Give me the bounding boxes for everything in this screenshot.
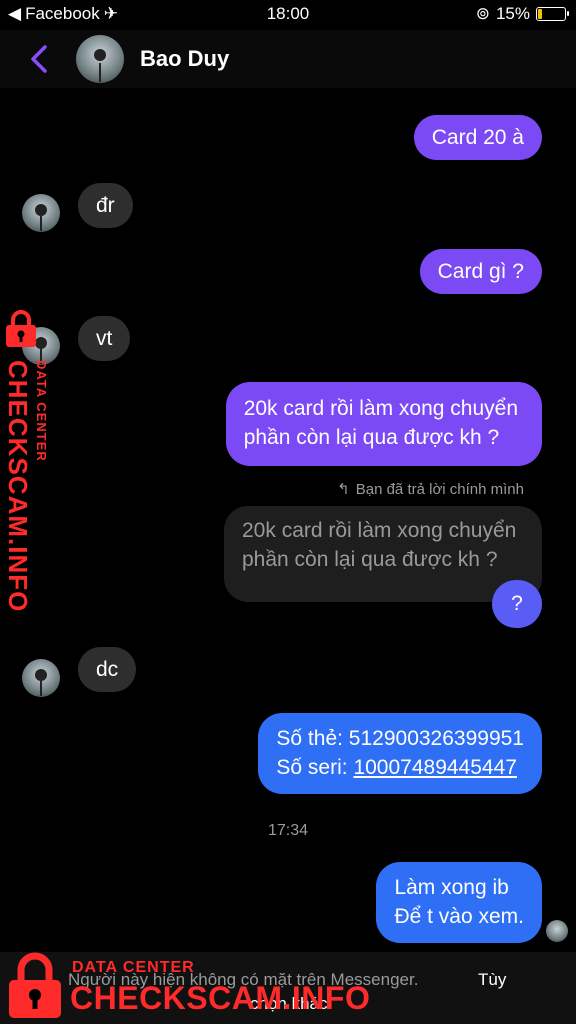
avatar[interactable]	[22, 659, 60, 697]
watermark-big: CHECKSCAM.INFO	[3, 360, 33, 613]
chat-header: Bao Duy	[0, 30, 576, 88]
watermark-small: DATA CENTER	[72, 959, 195, 976]
quoted-line: phần còn lại qua được kh ?	[242, 548, 498, 571]
rotation-lock-icon: ⊚	[475, 4, 490, 23]
message-line: Làm xong ib	[394, 876, 509, 899]
watermark-small: DATA CENTER	[34, 360, 49, 462]
avatar[interactable]	[76, 35, 124, 83]
serial-line: Số seri: 10007489445447	[276, 753, 524, 782]
watermark-big: CHECKSCAM.INFO	[70, 980, 371, 1016]
message-outgoing[interactable]: Làm xong ib Để t vào xem.	[376, 862, 542, 943]
lock-icon	[6, 310, 36, 347]
message-outgoing[interactable]: Card gì ?	[419, 249, 542, 294]
message-outgoing[interactable]: 20k card rồi làm xong chuyển phần còn lạ…	[225, 382, 542, 466]
serial-label: Số seri:	[276, 756, 354, 779]
battery-percent: 15%	[495, 4, 530, 23]
card-number-line: Số thẻ: 512900326399951	[276, 724, 524, 753]
message-outgoing[interactable]: ?	[492, 580, 542, 628]
card-number-label: Số thẻ:	[276, 727, 349, 750]
lock-icon	[9, 952, 61, 1018]
message-line: Để t vào xem.	[394, 905, 524, 928]
serial-value-link[interactable]: 10007489445447	[353, 756, 517, 779]
message-incoming[interactable]: dc	[78, 647, 137, 692]
message-incoming[interactable]: đr	[78, 183, 133, 228]
status-indicators: ⊚ 15%	[475, 4, 569, 24]
seen-avatar	[546, 920, 568, 942]
options-button[interactable]: Tùy	[478, 970, 506, 990]
battery-icon	[536, 7, 569, 21]
status-bar: ◀ Facebook ✈ 18:00 ⊚ 15%	[0, 0, 576, 30]
reply-note: ↰ Bạn đã trả lời chính mình	[337, 480, 524, 499]
message-line: phần còn lại qua được kh ?	[243, 426, 500, 449]
back-button[interactable]	[26, 42, 52, 76]
message-outgoing[interactable]: Card 20 à	[413, 115, 542, 160]
timestamp: 17:34	[267, 822, 309, 839]
chevron-left-icon	[31, 45, 47, 73]
quoted-line: 20k card rồi làm xong chuyển	[242, 519, 517, 542]
card-number-value: 512900326399951	[348, 727, 524, 750]
message-line: 20k card rồi làm xong chuyển	[243, 397, 518, 420]
contact-name[interactable]: Bao Duy	[140, 46, 229, 72]
message-incoming[interactable]: vt	[78, 316, 131, 361]
reply-icon: ↰	[337, 481, 350, 498]
avatar[interactable]	[22, 194, 60, 232]
message-outgoing[interactable]: Số thẻ: 512900326399951 Số seri: 1000748…	[258, 713, 542, 794]
quoted-message[interactable]: 20k card rồi làm xong chuyển phần còn lạ…	[224, 506, 542, 602]
reply-note-text: Bạn đã trả lời chính mình	[355, 480, 524, 498]
